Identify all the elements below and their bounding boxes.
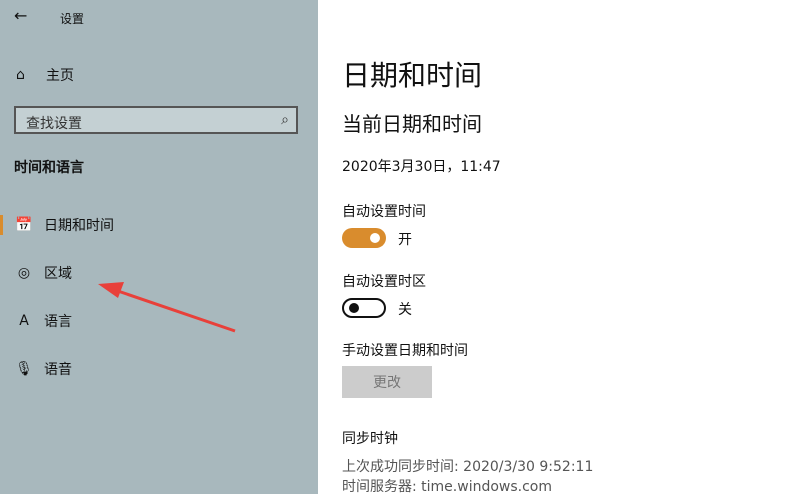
microphone-icon: 🎙 (15, 361, 33, 377)
auto-time-toggle[interactable] (342, 228, 386, 248)
home-icon: ⌂ (16, 67, 25, 83)
search-icon[interactable]: ⌕ (281, 112, 289, 128)
auto-timezone-state: 关 (398, 302, 412, 318)
globe-region-icon: ◎ (17, 265, 31, 281)
sidebar-item-label: 区域 (44, 266, 72, 282)
title-bar: ← 设置 (0, 0, 318, 34)
change-button[interactable]: 更改 (342, 366, 432, 398)
back-arrow-icon[interactable]: ← (14, 6, 27, 25)
search-placeholder: 查找设置 (26, 116, 82, 132)
home-link[interactable]: ⌂ 主页 (16, 64, 74, 86)
time-server-text: 时间服务器: time.windows.com (342, 479, 553, 495)
sidebar-item-date-time[interactable]: 📅 日期和时间 (0, 209, 318, 241)
auto-time-state: 开 (398, 232, 412, 248)
calendar-clock-icon: 📅 (15, 217, 33, 233)
sidebar-item-label: 语言 (44, 314, 72, 330)
main-content: 日期和时间 当前日期和时间 2020年3月30日，11:47 自动设置时间 开 … (318, 0, 791, 495)
last-sync-text: 上次成功同步时间: 2020/3/30 9:52:11 (342, 459, 594, 475)
sidebar-item-region[interactable]: ◎ 区域 (0, 257, 318, 289)
section-title: 时间和语言 (14, 160, 84, 176)
selected-indicator (0, 215, 3, 235)
page-title: 日期和时间 (342, 59, 483, 92)
language-icon: A (19, 313, 29, 329)
sidebar: ← 设置 ⌂ 主页 查找设置 ⌕ 时间和语言 📅 日期和时间 ◎ 区域 A 语言… (0, 0, 318, 494)
home-label: 主页 (46, 68, 74, 84)
auto-timezone-label: 自动设置时区 (342, 274, 426, 290)
auto-time-label: 自动设置时间 (342, 204, 426, 220)
sidebar-item-label: 语音 (44, 362, 72, 378)
auto-timezone-toggle[interactable] (342, 298, 386, 318)
sync-clock-title: 同步时钟 (342, 431, 398, 447)
window-title: 设置 (60, 12, 85, 26)
page-subtitle: 当前日期和时间 (342, 112, 482, 136)
search-input[interactable]: 查找设置 ⌕ (14, 106, 298, 134)
sidebar-item-label: 日期和时间 (44, 218, 114, 234)
sidebar-item-speech[interactable]: 🎙 语音 (0, 353, 318, 385)
manual-datetime-label: 手动设置日期和时间 (342, 343, 468, 359)
current-datetime: 2020年3月30日，11:47 (342, 159, 501, 175)
sidebar-item-language[interactable]: A 语言 (0, 305, 318, 337)
